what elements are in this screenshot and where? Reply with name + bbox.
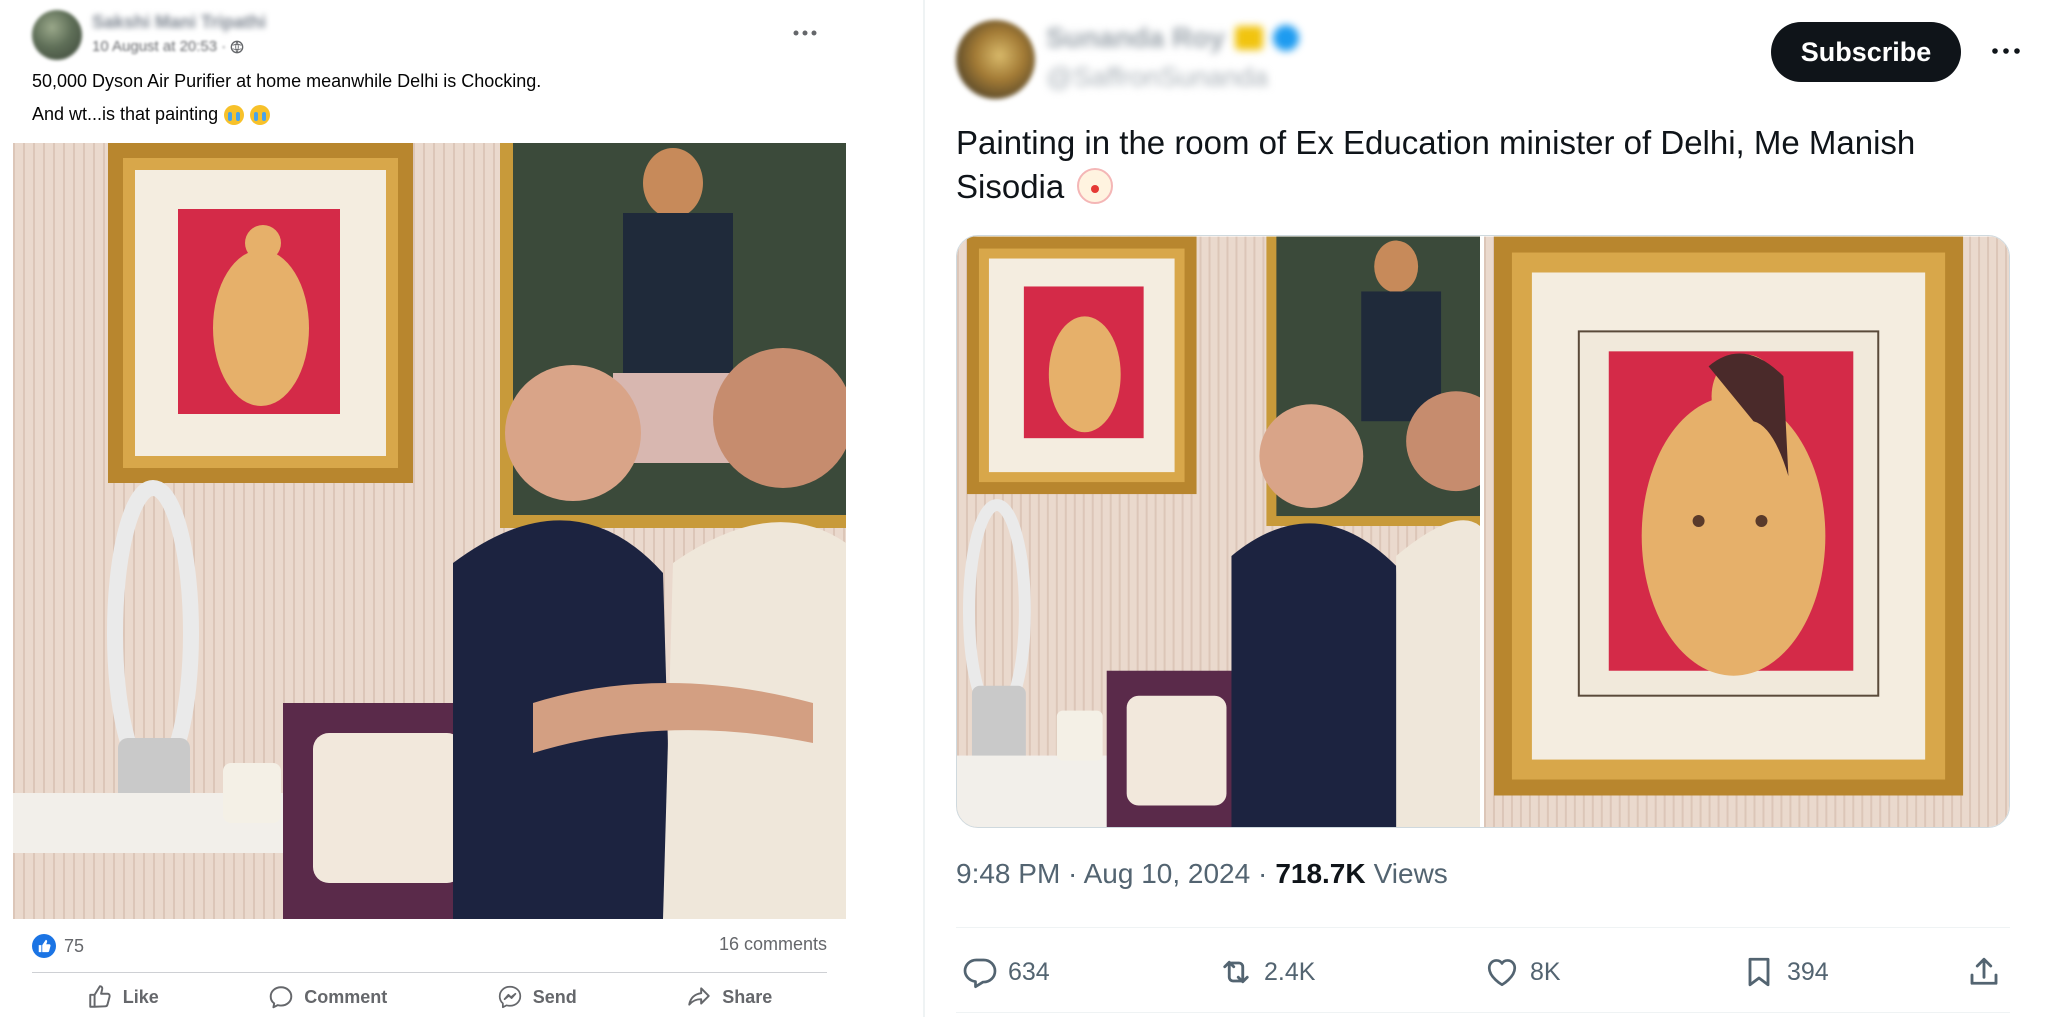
crying-emoji-icon (224, 104, 245, 125)
repost-button[interactable]: 2.4K (1218, 954, 1315, 990)
more-options-icon[interactable] (790, 18, 820, 48)
views-count: 718.7K (1275, 858, 1366, 889)
user-handle[interactable]: @SaffronSunanda (1046, 62, 1268, 93)
post-actions: Like Comment Send Share (32, 982, 827, 1012)
comment-label: Comment (304, 986, 388, 1007)
share-button[interactable]: Share (686, 984, 772, 1010)
like-reaction-icon (32, 934, 56, 958)
divider (956, 927, 2010, 928)
send-button[interactable]: Send (497, 984, 577, 1010)
reply-count: 634 (1008, 957, 1050, 986)
post-media[interactable] (956, 235, 2010, 828)
divider (956, 1012, 2010, 1013)
globe-icon (230, 40, 244, 53)
post-timestamp[interactable]: 10 August at 20:53 · (92, 38, 226, 55)
reaction-summary[interactable]: 75 (32, 934, 84, 958)
x-post: Sunanda Roy @SaffronSunanda Subscribe Pa… (925, 0, 2048, 1017)
share-icon (1970, 957, 1998, 985)
heart-icon (1487, 959, 1517, 987)
author-avatar[interactable] (32, 10, 82, 60)
share-icon (688, 987, 710, 1006)
verified-badge-icon (1272, 25, 1299, 51)
facebook-post: Sakshi Mani Tripathi 10 August at 20:53 … (0, 0, 920, 1017)
subscribe-button[interactable]: Subscribe (1771, 22, 1961, 82)
crying-emoji-icon (250, 104, 271, 125)
like-button[interactable]: 8K (1484, 954, 1561, 990)
bookmark-count: 394 (1787, 957, 1829, 986)
display-name[interactable]: Sunanda Roy (1046, 22, 1299, 54)
clown-emoji-icon (1073, 168, 1118, 204)
post-photo-scene (13, 143, 846, 919)
post-text-line2-label: And wt...is that painting (32, 104, 219, 124)
crown-emoji-icon (1234, 26, 1263, 50)
post-meta: 10 August at 20:53 · (92, 38, 244, 55)
post-text-line2: And wt...is that painting (32, 104, 271, 125)
like-count: 8K (1530, 957, 1561, 986)
screenshot-root: Sakshi Mani Tripathi 10 August at 20:53 … (0, 0, 2048, 1017)
post-text: Painting in the room of Ex Education min… (956, 121, 2016, 209)
like-label: Like (122, 986, 159, 1007)
reaction-count: 75 (64, 935, 85, 956)
display-name-text: Sunanda Roy (1046, 22, 1225, 53)
comments-count[interactable]: 16 comments (719, 934, 827, 955)
media-image-1[interactable] (957, 236, 1480, 828)
engagement-bar: 634 2.4K 8K 394 (956, 948, 2010, 996)
share-button[interactable] (1966, 954, 2002, 990)
bookmark-icon (1748, 957, 1770, 987)
posted-time: 9:48 PM · Aug 10, 2024 · (956, 858, 1268, 889)
media-image-2[interactable] (1484, 236, 2009, 828)
comment-icon (269, 986, 293, 1009)
bookmark-button[interactable]: 394 (1741, 954, 1829, 990)
reply-button[interactable]: 634 (962, 954, 1050, 990)
send-label: Send (532, 986, 577, 1007)
like-button[interactable]: Like (87, 984, 159, 1010)
post-text-line1: 50,000 Dyson Air Purifier at home meanwh… (32, 71, 542, 91)
post-timestamp[interactable]: 9:48 PM · Aug 10, 2024 · 718.7K Views (956, 858, 1448, 890)
divider (32, 972, 827, 973)
repost-icon (1223, 960, 1249, 984)
repost-count: 2.4K (1264, 957, 1316, 986)
author-avatar[interactable] (956, 20, 1035, 99)
messenger-icon (498, 985, 521, 1009)
comment-button[interactable]: Comment (268, 984, 387, 1010)
author-name[interactable]: Sakshi Mani Tripathi (92, 12, 266, 33)
share-label: Share (722, 986, 773, 1007)
views-label: Views (1373, 858, 1448, 889)
more-options-icon[interactable] (1988, 36, 2024, 66)
thumbs-up-icon (89, 985, 111, 1008)
reply-icon (963, 958, 997, 989)
post-photo[interactable] (13, 143, 846, 919)
